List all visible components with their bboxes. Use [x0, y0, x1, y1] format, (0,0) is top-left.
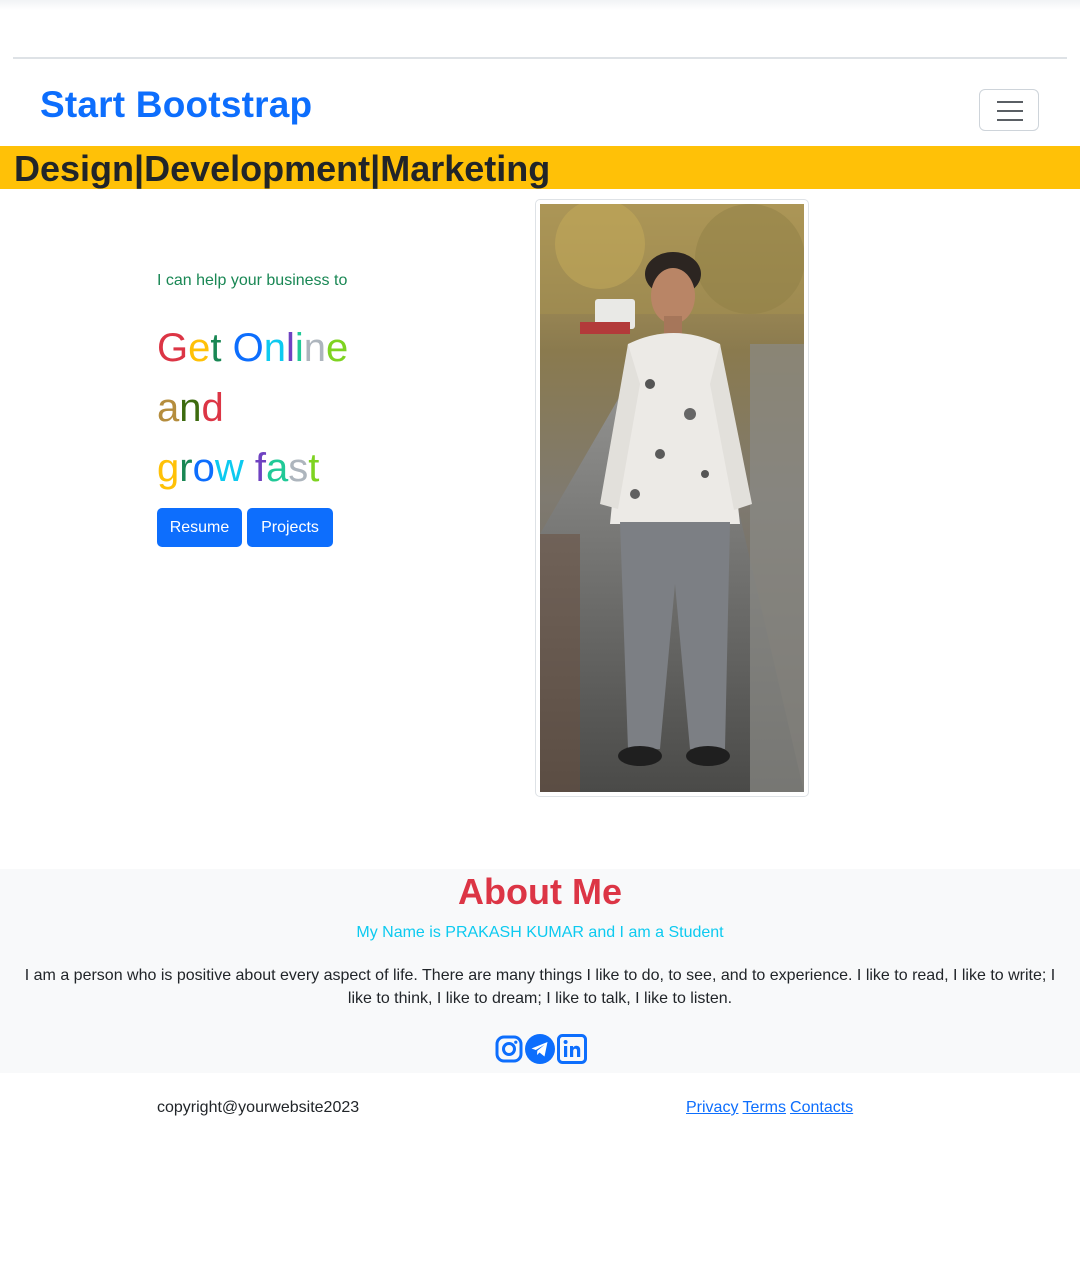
projects-button[interactable]: Projects — [247, 508, 333, 547]
instagram-icon[interactable] — [494, 1034, 524, 1064]
contacts-link[interactable]: Contacts — [790, 1099, 853, 1116]
navbar-brand[interactable]: Start Bootstrap — [40, 84, 312, 126]
navbar-toggler-button[interactable] — [979, 89, 1039, 131]
services-text: Design|Development|Marketing — [14, 148, 551, 189]
divider-line — [13, 57, 1067, 59]
hero-headline-line-2: and — [157, 386, 224, 430]
about-title: About Me — [458, 871, 622, 912]
resume-button[interactable]: Resume — [157, 508, 242, 547]
about-bio: I am a person who is positive about ever… — [24, 967, 1056, 1007]
top-strip — [0, 0, 1080, 10]
privacy-link[interactable]: Privacy — [686, 1099, 738, 1116]
footer-copyright: copyright@yourwebsite2023 — [157, 1099, 360, 1116]
about-section: About Me My Name is PRAKASH KUMAR and I … — [0, 869, 1080, 1073]
profile-photo — [535, 199, 809, 797]
profile-photo-image — [540, 204, 804, 792]
about-subtitle: My Name is PRAKASH KUMAR and I am a Stud… — [356, 924, 724, 941]
linkedin-icon[interactable] — [557, 1034, 587, 1064]
hero-headline: Get Online and grow fast — [157, 318, 348, 498]
hero-headline-line-3: grow fast — [157, 446, 320, 490]
navbar: Start Bootstrap — [0, 60, 1080, 146]
services-ribbon: Design|Development|Marketing — [0, 146, 1080, 189]
telegram-icon[interactable] — [525, 1034, 555, 1064]
terms-link[interactable]: Terms — [742, 1099, 786, 1116]
hero-headline-line-1: Get Online — [157, 326, 349, 370]
hero-tagline: I can help your business to — [157, 272, 348, 289]
footer-links: Privacy Terms Contacts — [686, 1099, 857, 1117]
